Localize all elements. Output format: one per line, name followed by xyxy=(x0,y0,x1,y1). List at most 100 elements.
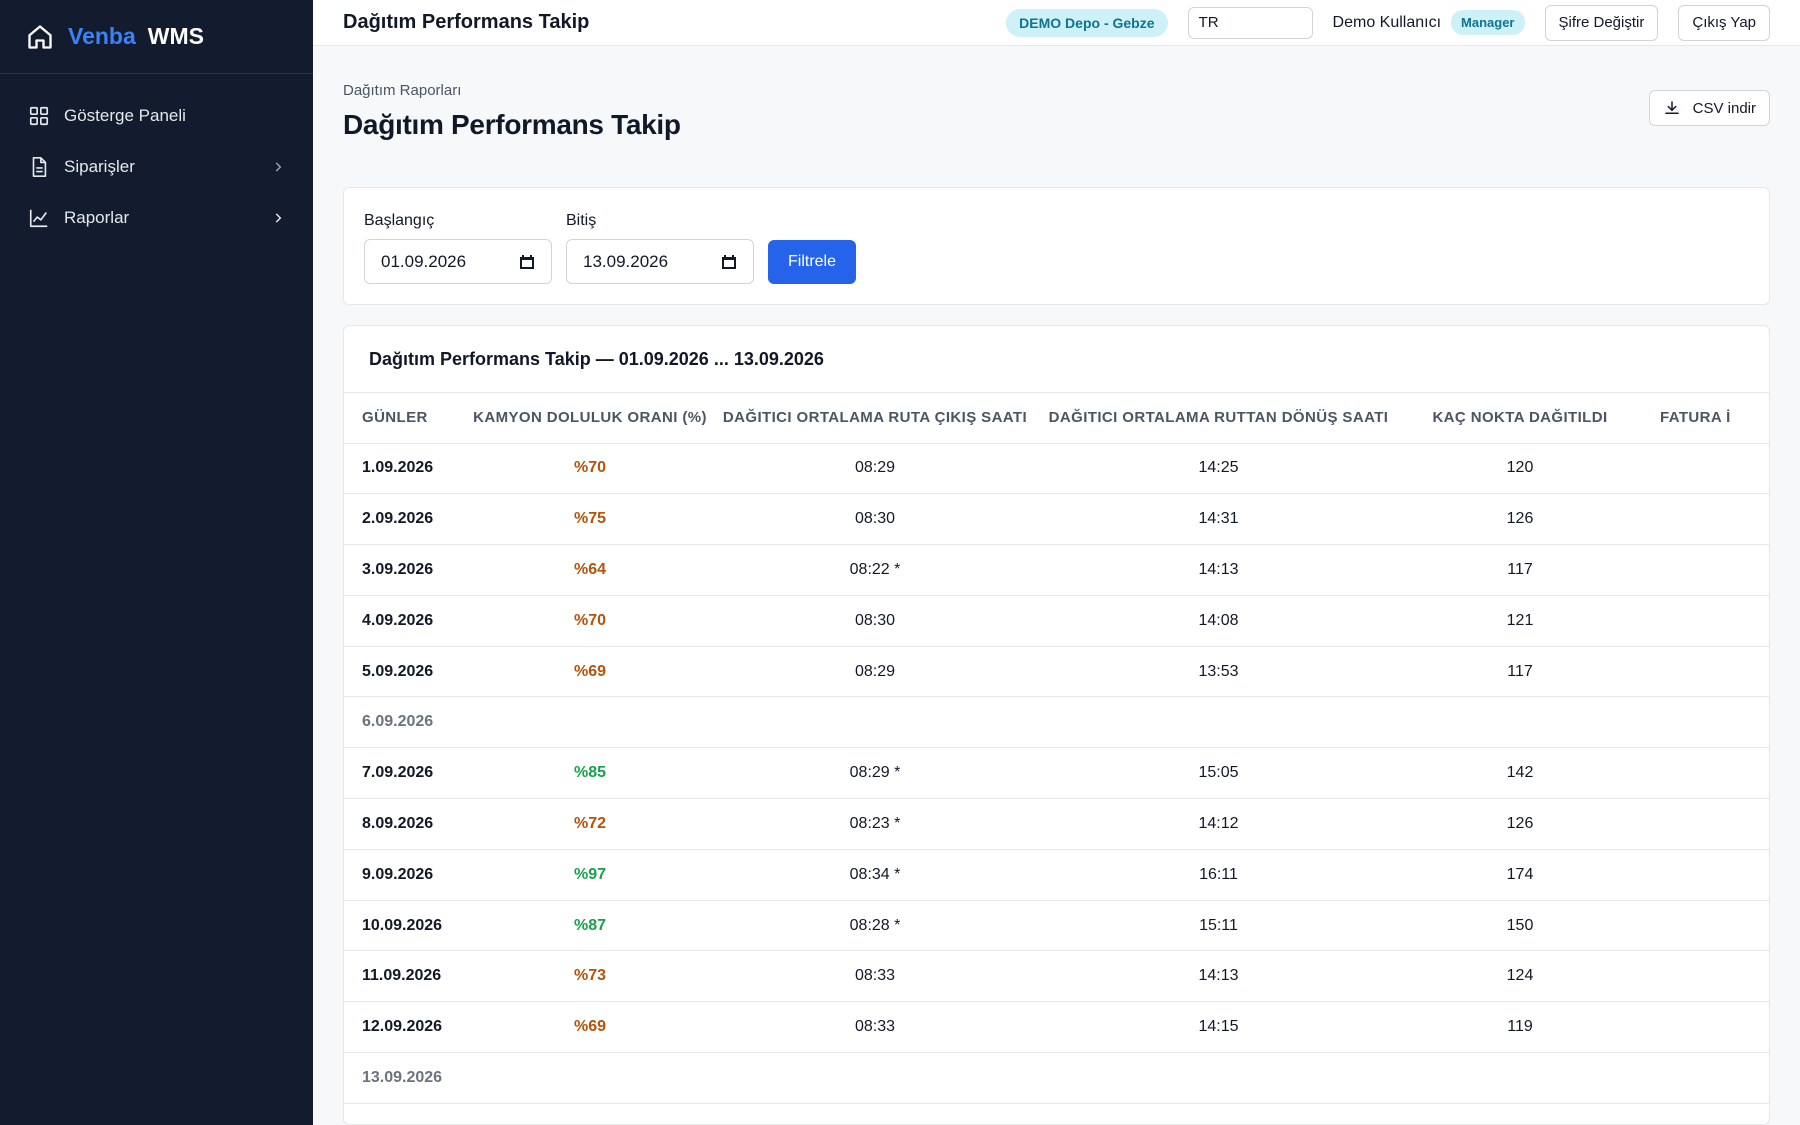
column-header-invoice[interactable]: Fatura İ xyxy=(1642,393,1769,444)
csv-download-button[interactable]: CSV indir xyxy=(1648,90,1770,126)
cell-truck-fill: %70 xyxy=(469,595,711,647)
table-row: 2.09.2026 %75 08:30 14:31 126 xyxy=(344,493,1769,546)
table-row: 11.09.2026 %73 08:33 14:13 124 xyxy=(344,950,1769,1003)
column-header-avg-return[interactable]: Dağıtıcı Ortalama Ruttan Dönüş Saati xyxy=(1039,393,1398,444)
calendar-icon[interactable] xyxy=(519,254,535,270)
cell-invoice xyxy=(1642,443,1769,495)
filter-button[interactable]: Filtrele xyxy=(768,240,857,284)
cell-truck-fill: %72 xyxy=(469,798,711,850)
cell-points-delivered: 126 xyxy=(1398,493,1642,546)
cell-avg-return: 15:11 xyxy=(1039,900,1398,952)
cell-avg-departure: 08:33 xyxy=(711,950,1039,1003)
end-date-label: Bitiş xyxy=(566,212,597,229)
cell-invoice xyxy=(1642,1001,1769,1054)
report-table-card: Dağıtım Performans Takip — 01.09.2026 ..… xyxy=(343,325,1770,1125)
table-row: 3.09.2026 %64 08:22 * 14:13 117 xyxy=(344,544,1769,596)
cell-points-delivered: 121 xyxy=(1398,595,1642,647)
table-row: 13.09.2026 xyxy=(344,1052,1769,1104)
cell-truck-fill: %97 xyxy=(469,849,711,901)
end-date-input[interactable]: 13.09.2026 xyxy=(566,239,754,284)
end-date-value: 13.09.2026 xyxy=(583,251,669,271)
user-name: Demo Kullanıcı xyxy=(1332,13,1442,31)
home-icon xyxy=(28,24,52,49)
cell-avg-return: 14:25 xyxy=(1039,443,1398,495)
cell-avg-return: 14:12 xyxy=(1039,798,1398,850)
cell-truck-fill: %75 xyxy=(469,493,711,546)
language-select[interactable]: TR xyxy=(1187,6,1313,39)
cell-avg-return: 16:11 xyxy=(1039,849,1398,901)
topbar-title: Dağıtım Performans Takip xyxy=(343,11,590,33)
table-body: 1.09.2026 %70 08:29 14:25 120 2.09.2026 %75 08:… xyxy=(344,443,1769,1104)
cell-avg-departure: 08:23 * xyxy=(711,798,1039,850)
start-date-value: 01.09.2026 xyxy=(381,251,467,271)
cell-avg-departure: 08:33 xyxy=(711,1001,1039,1054)
sidebar-item-label: Gösterge Paneli xyxy=(64,105,186,125)
cell-day: 3.09.2026 xyxy=(344,544,469,596)
cell-truck-fill: %73 xyxy=(469,950,711,1003)
cell-points-delivered xyxy=(1398,696,1642,749)
column-header-days[interactable]: Günler xyxy=(344,393,469,444)
start-date-input[interactable]: 01.09.2026 xyxy=(364,239,552,284)
table-title: Dağıtım Performans Takip — 01.09.2026 ..… xyxy=(344,326,1769,393)
chevron-right-icon xyxy=(275,161,282,172)
sidebar-item-dashboard[interactable]: Gösterge Paneli xyxy=(0,90,313,141)
cell-day: 12.09.2026 xyxy=(344,1001,469,1054)
sidebar-item-orders[interactable]: Siparişler xyxy=(0,141,313,192)
cell-avg-return: 14:31 xyxy=(1039,493,1398,546)
column-header-avg-departure[interactable]: Dağıtıcı Ortalama Ruta Çıkış Saati xyxy=(711,393,1039,444)
role-badge: Manager xyxy=(1451,10,1525,35)
cell-points-delivered: 126 xyxy=(1398,798,1642,850)
cell-invoice xyxy=(1642,798,1769,850)
cell-invoice xyxy=(1642,646,1769,698)
change-password-button[interactable]: Şifre Değiştir xyxy=(1544,4,1659,41)
cell-invoice xyxy=(1642,900,1769,952)
cell-avg-departure: 08:30 xyxy=(711,595,1039,647)
table-row: 9.09.2026 %97 08:34 * 16:11 174 xyxy=(344,849,1769,901)
cell-invoice xyxy=(1642,493,1769,546)
cell-day: 9.09.2026 xyxy=(344,849,469,901)
logout-button[interactable]: Çıkış Yap xyxy=(1678,4,1770,41)
page-title: Dağıtım Performans Takip xyxy=(343,109,681,140)
grid-icon xyxy=(28,105,50,127)
cell-day: 11.09.2026 xyxy=(344,950,469,1003)
cell-avg-departure: 08:29 xyxy=(711,443,1039,495)
chevron-right-icon xyxy=(275,212,282,223)
cell-avg-return: 15:05 xyxy=(1039,747,1398,800)
cell-truck-fill: %87 xyxy=(469,900,711,952)
cell-points-delivered: 124 xyxy=(1398,950,1642,1003)
cell-avg-departure: 08:29 * xyxy=(711,747,1039,800)
sidebar-item-reports[interactable]: Raporlar xyxy=(0,192,313,243)
cell-day: 13.09.2026 xyxy=(344,1052,469,1104)
cell-invoice xyxy=(1642,1052,1769,1104)
cell-truck-fill: %69 xyxy=(469,646,711,698)
depot-badge: DEMO Depo - Gebze xyxy=(1006,8,1168,37)
cell-invoice xyxy=(1642,849,1769,901)
cell-points-delivered: 120 xyxy=(1398,443,1642,495)
content: Dağıtım Raporları Dağıtım Performans Tak… xyxy=(313,46,1800,1125)
brand[interactable]: Venba WMS xyxy=(0,0,313,74)
column-header-points-delivered[interactable]: Kaç Nokta Dağıtıldı xyxy=(1398,393,1642,444)
cell-invoice xyxy=(1642,747,1769,800)
breadcrumb[interactable]: Dağıtım Raporları xyxy=(343,82,681,99)
topbar: Dağıtım Performans Takip DEMO Depo - Geb… xyxy=(313,0,1800,46)
cell-points-delivered: 142 xyxy=(1398,747,1642,800)
column-header-truck-fill[interactable]: Kamyon Doluluk Oranı (%) xyxy=(469,393,711,444)
cell-points-delivered: 174 xyxy=(1398,849,1642,901)
table-row: 4.09.2026 %70 08:30 14:08 121 xyxy=(344,595,1769,647)
calendar-icon[interactable] xyxy=(721,254,737,270)
sidebar: Venba WMS Gösterge Paneli Siparişler Rap… xyxy=(0,0,313,1125)
csv-download-label: CSV indir xyxy=(1692,99,1756,117)
cell-day: 1.09.2026 xyxy=(344,443,469,495)
cell-truck-fill xyxy=(469,1052,711,1104)
cell-avg-return xyxy=(1039,696,1398,749)
table-header-row: Günler Kamyon Doluluk Oranı (%) Dağıtıcı… xyxy=(344,393,1769,444)
table-row: 6.09.2026 xyxy=(344,696,1769,749)
cell-avg-return: 14:13 xyxy=(1039,544,1398,596)
cell-day: 5.09.2026 xyxy=(344,646,469,698)
table-row: 5.09.2026 %69 08:29 13:53 117 xyxy=(344,646,1769,698)
cell-avg-return xyxy=(1039,1052,1398,1104)
cell-day: 6.09.2026 xyxy=(344,696,469,749)
download-icon xyxy=(1664,101,1679,114)
cell-points-delivered: 117 xyxy=(1398,646,1642,698)
cell-day: 2.09.2026 xyxy=(344,493,469,546)
